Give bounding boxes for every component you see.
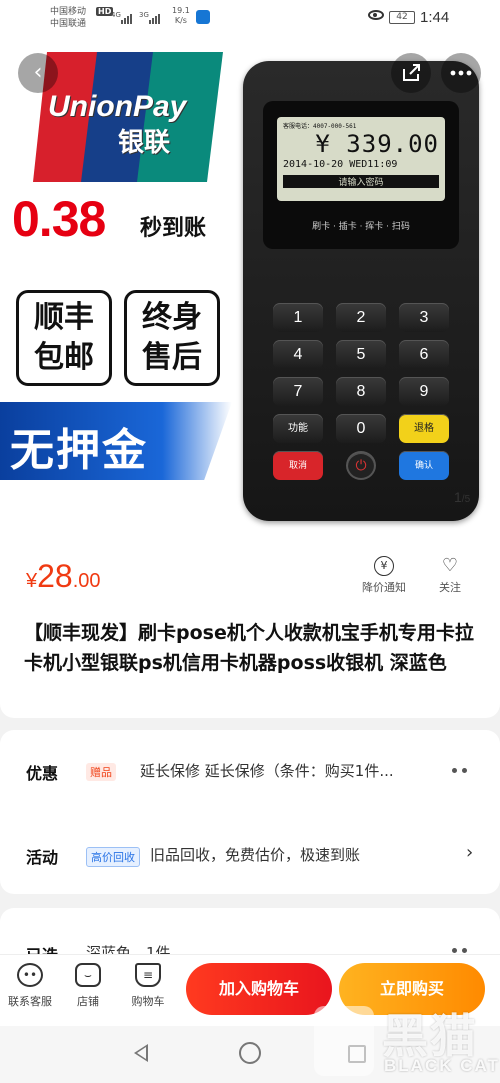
more-dots-icon [452,768,476,774]
gift-tag: 赠品 [86,763,116,781]
rate-value: 0.38 [12,191,106,247]
discount-label: 优惠 [26,764,59,783]
key-3: 3 [399,303,449,332]
chevron-right-icon: › [466,842,474,863]
product-image-gallery[interactable]: UnionPay 银联 0.38 秒到账 顺丰 包邮 终身 售后 无押金 客服电… [0,38,500,532]
price: ¥28.00 [26,558,101,595]
key-9: 9 [399,377,449,406]
key-7: 7 [273,377,323,406]
system-home-icon[interactable] [239,1042,261,1064]
key-2: 2 [336,303,386,332]
product-title: 【顺丰现发】刷卡pose机个人收款机宝手机专用卡拉卡机小型银联ps机信用卡机器p… [24,622,474,674]
black-cat-watermark: 黑猫 BLACK CAT [308,1000,500,1083]
activity-text: 旧品回收，免费估价，极速到账 [150,846,361,864]
key-backspace: 退格 [399,414,449,443]
status-bar: 中国移动 中国联通 HD 4G 3G 19.1 K/s 42 1:44 [0,0,500,38]
follow-button[interactable]: ♡ 关注 [439,556,461,595]
yen-bell-icon: ¥ [374,556,394,576]
cart-label: 购物车 [131,995,165,1008]
key-cancel: 取消 [273,451,323,480]
discount-row[interactable]: 优惠 赠品 延长保修 延长保修（条件：购买1件... [0,756,500,786]
key-6: 6 [399,340,449,369]
key-confirm: 确认 [399,451,449,480]
heart-icon: ♡ [441,555,459,576]
power-icon: ⏻ [346,451,376,480]
pos-lcd: 客服电话：4007-000-561 ¥ 339.00 2014-10-20 WE… [277,117,445,201]
key-1: 1 [273,303,323,332]
unionpay-cn-wordmark: 银联 [118,128,171,158]
battery-indicator: 42 [389,11,415,24]
currency-symbol: ¥ [26,570,38,592]
signal-icon [121,12,132,24]
customer-service-button[interactable]: •• 联系客服 [4,963,56,1009]
pos-terminal-image: 客服电话：4007-000-561 ¥ 339.00 2014-10-20 WE… [243,61,479,521]
follow-label: 关注 [439,581,461,594]
badge-line: 终身 [142,300,202,335]
recycle-tag: 高价回收 [86,847,140,867]
cart-button[interactable]: ≡ 购物车 [124,963,172,1009]
network-type-1: 4G [111,11,121,19]
lcd-phone: 客服电话：4007-000-561 [283,123,357,130]
back-button[interactable]: ‹ [18,53,58,93]
image-counter-current: 1 [454,489,462,505]
no-deposit-text: 无押金 [10,425,148,476]
lcd-prompt: 请输入密码 [283,175,439,188]
key-function: 功能 [273,414,323,443]
activity-label: 活动 [26,848,59,867]
promotions-card: 优惠 赠品 延长保修 延长保修（条件：购买1件... 活动 高价回收 旧品回收，… [0,730,500,894]
shop-icon: ⌣ [75,963,101,987]
carrier-2: 中国联通 [50,19,87,29]
image-counter-total: /5 [461,494,471,505]
activity-row[interactable]: 活动 高价回收 旧品回收，免费估价，极速到账 › [0,840,500,870]
chevron-left-icon: ‹ [33,60,43,85]
customer-service-label: 联系客服 [8,995,52,1008]
pos-screen: 客服电话：4007-000-561 ¥ 339.00 2014-10-20 WE… [263,101,459,249]
badge-line: 售后 [142,340,202,375]
speed-value: 19.1 [172,6,190,15]
price-decimal: .00 [72,570,101,592]
shop-label: 店铺 [77,995,99,1008]
chat-icon: •• [17,963,43,987]
more-icon [450,70,472,76]
watermark-en: BLACK CAT [384,1056,500,1075]
image-counter: 1/5 [454,489,470,505]
price-alert-button[interactable]: ¥ 降价通知 [362,556,406,595]
network-speed: 19.1 K/s [172,6,190,26]
carrier-info: 中国移动 中国联通 [50,6,86,30]
network-type-2: 3G [139,11,149,19]
badge-line: 顺丰 [34,300,94,335]
price-alert-label: 降价通知 [362,581,406,594]
clock: 1:44 [420,9,450,26]
share-button[interactable] [391,53,431,93]
notification-app-icon [196,10,210,24]
badge-line: 包邮 [34,340,94,375]
key-4: 4 [273,340,323,369]
carrier-1: 中国移动 [50,7,87,17]
cat-logo-icon [314,1006,374,1076]
speed-unit: K/s [174,16,187,25]
more-button[interactable] [441,53,481,93]
pay-modes: 刷卡 · 插卡 · 挥卡 · 扫码 [312,222,410,232]
signal-icon [149,12,160,24]
shop-button[interactable]: ⌣ 店铺 [68,963,108,1009]
unionpay-wordmark: UnionPay [48,90,187,123]
share-icon [403,64,420,81]
badge-lifetime-service: 终身 售后 [124,290,220,386]
eye-comfort-icon [368,10,384,20]
key-5: 5 [336,340,386,369]
pos-keypad: 1 2 3 4 5 6 7 8 9 功能 0 退格 取消 ⏻ 确认 [273,303,453,480]
cart-icon: ≡ [135,963,161,987]
key-0: 0 [336,414,386,443]
lcd-datetime: 2014-10-20 WED11:09 [283,159,398,170]
rate-note: 秒到账 [140,216,207,241]
lcd-amount: ¥ 339.00 [315,130,439,158]
discount-text: 延长保修 延长保修（条件：购买1件... [140,762,394,780]
system-back-icon[interactable] [134,1044,148,1062]
price-card: ¥28.00 ¥ 降价通知 ♡ 关注 【顺丰现发】刷卡pose机个人收款机宝手机… [0,532,500,718]
key-8: 8 [336,377,386,406]
badge-free-shipping: 顺丰 包邮 [16,290,112,386]
price-integer: 28 [37,558,73,594]
